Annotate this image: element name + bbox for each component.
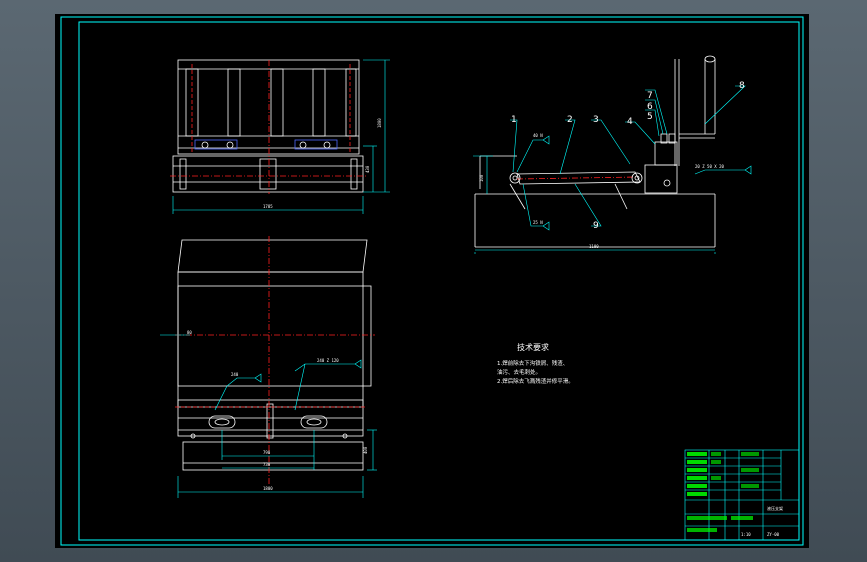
title-block-cells: [687, 452, 759, 532]
svg-text:40 N: 40 N: [533, 133, 543, 138]
balloon-2: 2: [567, 115, 573, 125]
svg-text:400: 400: [363, 446, 368, 454]
svg-text:1800: 1800: [377, 118, 382, 128]
plan-view-dims: [160, 334, 377, 498]
front-view-dims: [172, 59, 390, 214]
svg-text:240: 240: [231, 372, 239, 377]
plan-view: [175, 236, 375, 484]
notes-heading: 技术要求: [517, 342, 549, 352]
svg-text:100: 100: [479, 174, 484, 182]
svg-text:240 Z 120: 240 Z 120: [317, 358, 339, 363]
svg-text:790: 790: [263, 450, 271, 455]
svg-text:25 N: 25 N: [533, 220, 543, 225]
svg-text:730: 730: [263, 462, 271, 467]
balloon-leaders: [510, 85, 746, 227]
svg-text:1100: 1100: [589, 244, 599, 249]
svg-text:1800: 1800: [263, 486, 273, 491]
balloon-4: 4: [627, 117, 633, 127]
balloon-6: 6: [647, 102, 653, 112]
front-view: [170, 59, 367, 194]
svg-text:430: 430: [365, 165, 370, 173]
balloon-8: 8: [739, 81, 745, 91]
cad-viewport[interactable]: 1800 430 1785 80 790 730 1800 400 240 24…: [0, 0, 867, 562]
note-line-1: 1.焊前除去下沟铁屑、残渣、: [497, 359, 568, 367]
svg-text:80: 80: [187, 330, 192, 335]
balloon-9: 9: [593, 221, 599, 231]
drawing-sheet: 1800 430 1785 80 790 730 1800 400 240 24…: [55, 14, 809, 548]
note-line-2: 油污、去毛刺处。: [497, 368, 541, 376]
technical-notes: 技术要求 1.焊前除去下沟铁屑、残渣、 油污、去毛刺处。 2.焊后除去飞溅残渣并…: [497, 342, 574, 385]
side-view: [474, 55, 716, 248]
balloon-5: 5: [647, 112, 653, 122]
balloon-3: 3: [593, 115, 599, 125]
svg-text:20 Z 50 X 20: 20 Z 50 X 20: [695, 164, 724, 169]
title-drawing-name: 液压支架: [767, 505, 783, 511]
title-scale: 1:10: [741, 532, 751, 537]
balloon-1: 1: [511, 115, 517, 125]
title-drawing-no: ZY-00: [767, 532, 780, 537]
note-line-3: 2.焊后除去飞溅残渣并修平滑。: [497, 377, 574, 385]
drawing-canvas: 1800 430 1785 80 790 730 1800 400 240 24…: [60, 16, 804, 546]
balloon-7: 7: [647, 91, 653, 101]
svg-text:1785: 1785: [263, 204, 273, 209]
